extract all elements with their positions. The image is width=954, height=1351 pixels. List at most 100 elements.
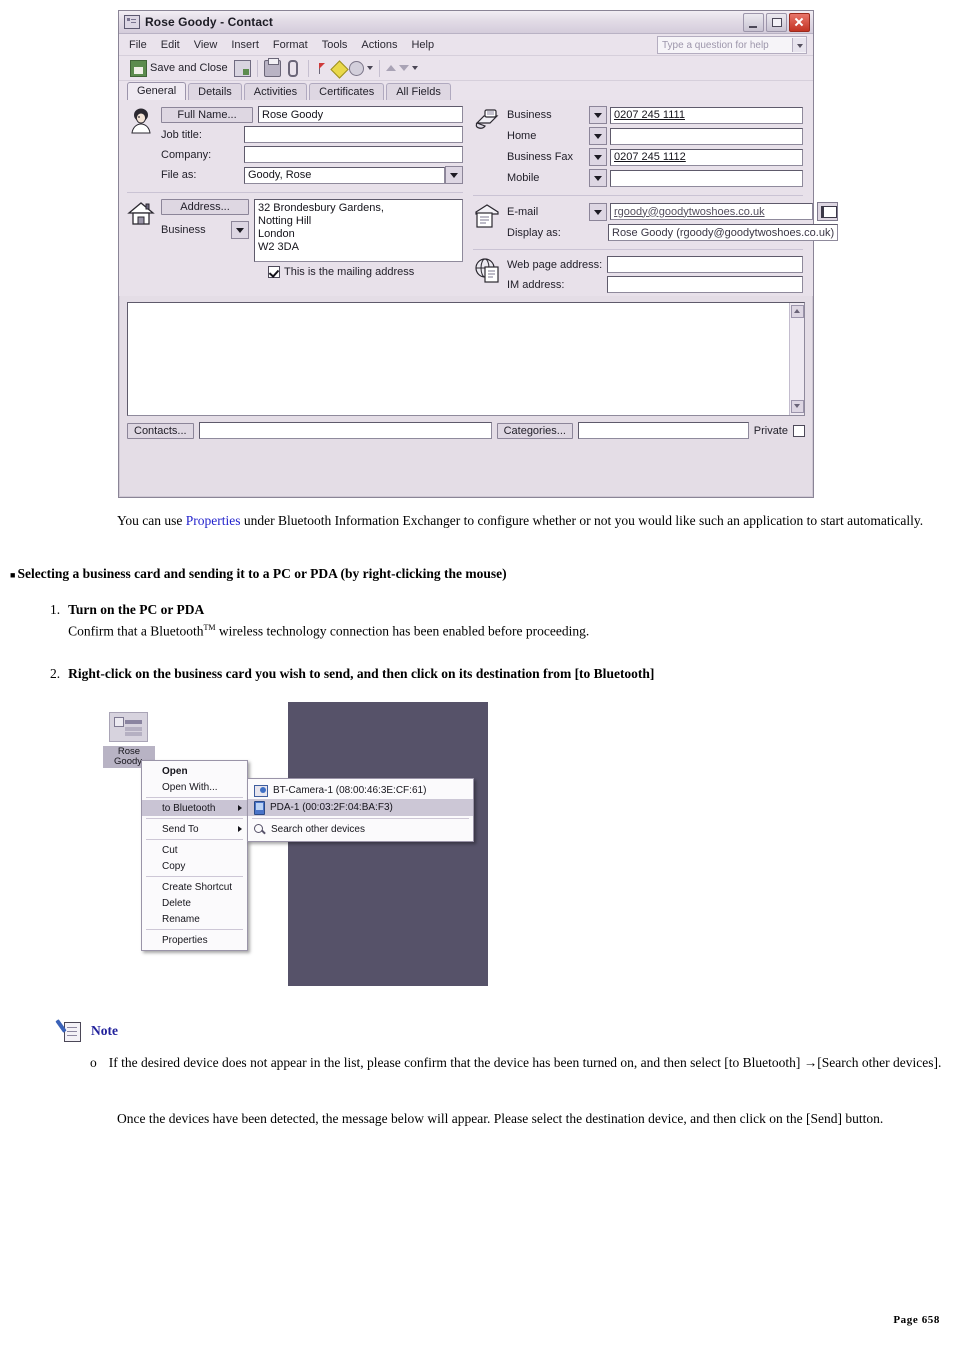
categories-button[interactable]: Categories... xyxy=(496,422,573,439)
tab-certificates[interactable]: Certificates xyxy=(309,83,385,100)
menu-item-insert[interactable]: Insert xyxy=(231,39,259,51)
submenu-item-search-other-devices[interactable]: Search other devices xyxy=(248,821,473,838)
notes-scrollbar[interactable] xyxy=(789,303,804,415)
menu-item-help[interactable]: Help xyxy=(411,39,434,51)
scroll-up-icon[interactable] xyxy=(791,305,804,318)
flag-icon[interactable] xyxy=(315,61,330,76)
private-checkbox[interactable] xyxy=(793,424,805,437)
phone-field-mobile[interactable] xyxy=(610,169,803,187)
im-address-field[interactable] xyxy=(607,276,803,293)
scroll-down-icon[interactable] xyxy=(791,400,804,413)
vcard-file-icon[interactable] xyxy=(109,712,148,742)
full-name-button[interactable]: Full Name... xyxy=(161,106,253,123)
full-name-field[interactable]: Rose Goody xyxy=(258,106,463,123)
next-item-icon[interactable] xyxy=(398,65,409,71)
chevron-down-icon[interactable] xyxy=(366,66,373,70)
properties-link[interactable]: Properties xyxy=(186,513,241,528)
step-1-detail: Confirm that a BluetoothTM wireless tech… xyxy=(68,619,589,641)
close-button[interactable] xyxy=(789,12,810,32)
file-as-dropdown[interactable] xyxy=(445,166,463,184)
context-menu-item-create-shortcut[interactable]: Create Shortcut xyxy=(142,879,247,895)
phone-field-home[interactable] xyxy=(610,127,803,145)
tab-details[interactable]: Details xyxy=(188,83,242,100)
mailing-address-label: This is the mailing address xyxy=(284,266,415,278)
menu-item-tools[interactable]: Tools xyxy=(322,39,348,51)
categories-field[interactable] xyxy=(577,422,749,439)
notes-field[interactable] xyxy=(127,302,805,416)
tab-general[interactable]: General xyxy=(127,82,187,100)
note-paragraph: Once the devices have been detected, the… xyxy=(117,1111,884,1126)
email-field[interactable]: rgoody@goodytwoshoes.co.uk xyxy=(610,203,814,220)
contact-form: Full Name... Rose Goody Job title: Compa… xyxy=(119,100,839,296)
menu-item-actions[interactable]: Actions xyxy=(361,39,397,51)
web-page-field[interactable] xyxy=(607,256,803,273)
phone-type-dropdown-business-fax[interactable] xyxy=(589,148,607,166)
file-as-field[interactable]: Goody, Rose xyxy=(244,166,445,184)
window-titlebar: Rose Goody - Contact xyxy=(119,11,813,34)
person-icon xyxy=(127,106,155,134)
context-menu-item-cut[interactable]: Cut xyxy=(142,842,247,858)
phone-type-dropdown-home[interactable] xyxy=(589,127,607,145)
context-menu-item-open-with[interactable]: Open With... xyxy=(142,779,247,795)
contacts-button[interactable]: Contacts... xyxy=(127,422,194,439)
private-icon[interactable] xyxy=(348,60,364,76)
context-menu-item-open[interactable]: Open xyxy=(142,763,247,779)
save-and-close-button[interactable]: Save and Close xyxy=(127,59,231,78)
context-menu-item-copy[interactable]: Copy xyxy=(142,858,247,874)
toolbar-overflow-icon[interactable] xyxy=(411,66,418,70)
context-menu-item-rename[interactable]: Rename xyxy=(142,911,247,927)
contacts-field[interactable] xyxy=(198,422,492,439)
previous-item-icon[interactable] xyxy=(385,65,396,71)
search-icon xyxy=(254,823,266,836)
context-menu: Open Open With... to Bluetooth Send To C… xyxy=(141,760,248,951)
menu-item-file[interactable]: File xyxy=(129,39,147,51)
minimize-button[interactable] xyxy=(743,12,764,32)
context-menu-item-delete[interactable]: Delete xyxy=(142,895,247,911)
context-menu-item-to-bluetooth[interactable]: to Bluetooth xyxy=(142,800,247,816)
address-button[interactable]: Address... xyxy=(161,199,249,215)
job-title-field[interactable] xyxy=(244,126,463,143)
address-book-icon[interactable] xyxy=(817,202,839,221)
menu-item-edit[interactable]: Edit xyxy=(161,39,180,51)
section-heading: ■ Selecting a business card and sending i… xyxy=(10,566,940,582)
submenu-item-bt-camera-1[interactable]: BT-Camera-1 (08:00:46:3E:CF:61) xyxy=(248,782,473,799)
desktop-pane xyxy=(288,702,488,986)
phone-field-business[interactable]: 0207 245 1111 xyxy=(610,106,803,124)
phone-type-dropdown-business[interactable] xyxy=(589,106,607,124)
step-1-detail-post: wireless technology connection has been … xyxy=(215,623,590,639)
print-icon[interactable] xyxy=(263,57,281,77)
maximize-button[interactable] xyxy=(766,12,787,32)
step-1-title: Turn on the PC or PDA xyxy=(68,602,205,617)
mailing-address-checkbox[interactable] xyxy=(268,266,280,278)
help-search-box[interactable]: Type a question for help xyxy=(657,36,807,54)
display-as-field[interactable]: Rose Goody (rgoody@goodytwoshoes.co.uk) xyxy=(608,224,839,241)
toolbar-separator xyxy=(307,59,309,77)
context-menu-item-properties[interactable]: Properties xyxy=(142,932,247,948)
intro-text-pre: You can use xyxy=(117,513,186,528)
submenu-item-pda-1[interactable]: PDA-1 (00:03:2F:04:BA:F3) xyxy=(248,799,473,816)
address-type-dropdown[interactable] xyxy=(231,221,249,239)
save-as-icon[interactable] xyxy=(233,59,251,77)
phone-field-business-fax[interactable]: 0207 245 1112 xyxy=(610,148,803,166)
tab-activities[interactable]: Activities xyxy=(243,83,308,100)
context-menu-item-send-to[interactable]: Send To xyxy=(142,821,247,837)
chevron-down-icon[interactable] xyxy=(792,38,806,52)
tab-all-fields[interactable]: All Fields xyxy=(386,83,451,100)
step-2-title: Right-click on the business card you wis… xyxy=(68,666,655,681)
address-field[interactable]: 32 Brondesbury Gardens, Notting Hill Lon… xyxy=(254,199,463,262)
company-field[interactable] xyxy=(244,146,463,163)
note-bullet-marker: o xyxy=(90,1055,97,1070)
menu-item-format[interactable]: Format xyxy=(273,39,308,51)
trademark-symbol: TM xyxy=(203,623,216,632)
email-type-dropdown[interactable] xyxy=(589,202,607,221)
category-tag-icon[interactable] xyxy=(329,59,349,79)
phone-type-dropdown-mobile[interactable] xyxy=(589,169,607,187)
menu-item-view[interactable]: View xyxy=(194,39,218,51)
file-as-label: File as: xyxy=(161,169,197,181)
toolbar-separator xyxy=(378,59,380,77)
submenu-item-pda-1-label: PDA-1 (00:03:2F:04:BA:F3) xyxy=(270,802,393,813)
attachment-icon[interactable] xyxy=(287,59,298,77)
menu-separator xyxy=(146,839,243,840)
step-1-detail-pre: Confirm that a Bluetooth xyxy=(68,623,204,639)
im-address-label: IM address: xyxy=(507,278,565,291)
